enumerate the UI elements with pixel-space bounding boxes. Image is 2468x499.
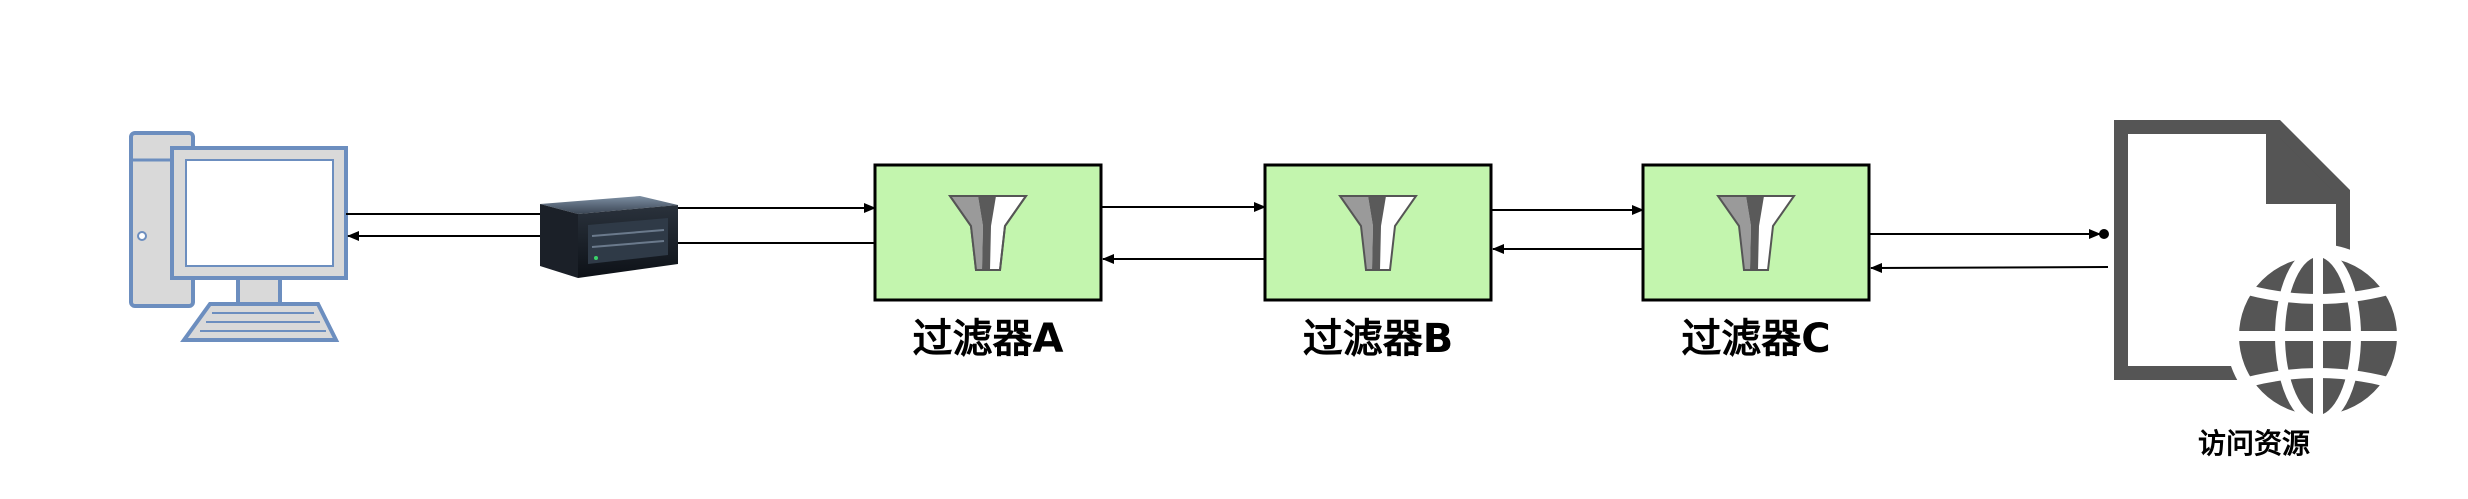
- filter-chain-diagram: 过滤器A 过滤器B 过滤器C 访问资源: [129, 120, 2410, 460]
- server-icon: [540, 196, 678, 278]
- desktop-computer-icon: [129, 131, 348, 342]
- resource-label: 访问资源: [2198, 427, 2310, 460]
- web-resource: 访问资源: [2114, 120, 2410, 460]
- filter-label-c: 过滤器C: [1681, 316, 1830, 362]
- filter-label-b: 过滤器B: [1303, 316, 1454, 362]
- connector-resource-to-filter-c: [1870, 262, 2109, 273]
- globe-icon: [2226, 244, 2410, 428]
- filter-box-c: 过滤器C: [1641, 163, 1871, 362]
- filter-box-b: 过滤器B: [1263, 163, 1493, 362]
- resource-anchor-dot: [2099, 229, 2109, 239]
- filter-label-a: 过滤器A: [913, 316, 1064, 362]
- filter-box-a: 过滤器A: [873, 163, 1103, 362]
